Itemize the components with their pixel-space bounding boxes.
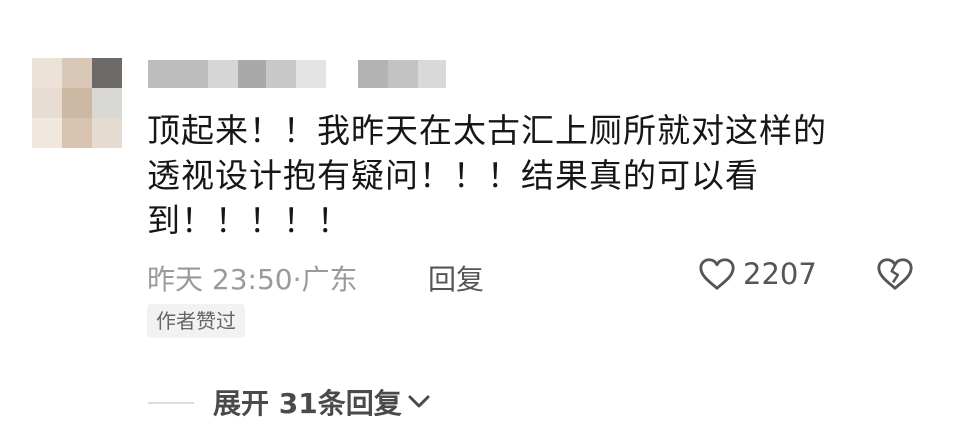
timestamp-text: 昨天 23:50 xyxy=(147,263,293,296)
comment-meta-row: 昨天 23:50·广东 回复 2207 xyxy=(147,252,927,296)
username-blurred[interactable] xyxy=(148,60,448,88)
comment-line: 到！！！！！ xyxy=(147,201,351,240)
divider xyxy=(148,402,194,404)
reply-button[interactable]: 回复 xyxy=(428,258,484,298)
author-liked-badge: 作者赞过 xyxy=(147,304,245,338)
heart-outline-icon xyxy=(699,258,735,290)
comment-line: 透视设计抱有疑问！！！结果真的可以看 xyxy=(147,156,759,195)
location-text: 广东 xyxy=(301,263,358,296)
like-count: 2207 xyxy=(743,257,817,291)
chevron-down-icon xyxy=(408,395,430,408)
like-button[interactable]: 2207 xyxy=(698,252,817,296)
comment-line: 顶起来！！我昨天在太古汇上厕所就对这样的 xyxy=(147,111,827,150)
broken-heart-icon[interactable] xyxy=(876,256,914,292)
comment-text: 顶起来！！我昨天在太古汇上厕所就对这样的 透视设计抱有疑问！！！结果真的可以看 … xyxy=(147,108,907,243)
expand-replies-button[interactable]: 展开 31条回复 xyxy=(213,382,431,422)
location-separator: · xyxy=(292,263,302,296)
avatar[interactable] xyxy=(32,58,122,148)
expand-replies-label: 展开 31条回复 xyxy=(213,387,402,420)
comment-timestamp: 昨天 23:50·广东 xyxy=(147,258,358,298)
